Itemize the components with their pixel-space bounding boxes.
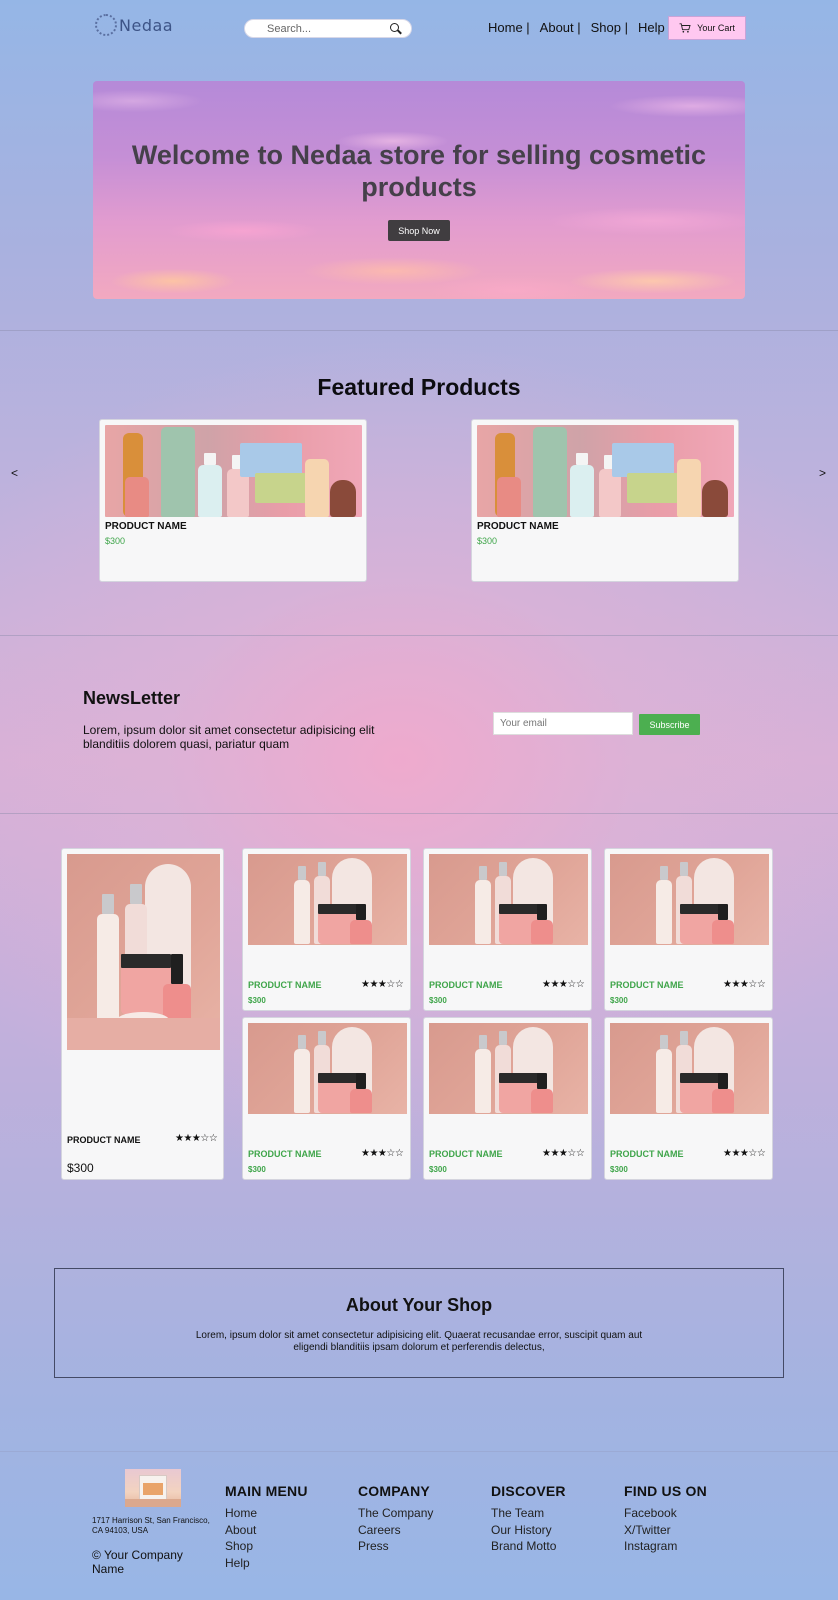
cart-icon xyxy=(679,23,691,33)
product-name: PRODUCT NAME xyxy=(429,1149,503,1159)
product-price: $300 xyxy=(67,1161,94,1175)
rating-stars: ★★★☆☆ xyxy=(542,979,585,990)
carousel-prev-button[interactable]: < xyxy=(11,466,18,480)
rating-stars: ★★★☆☆ xyxy=(723,979,766,990)
product-price: $300 xyxy=(248,996,266,1005)
featured-card[interactable]: PRODUCT NAME $300 xyxy=(471,419,739,582)
featured-card[interactable]: PRODUCT NAME $300 xyxy=(99,419,367,582)
product-image xyxy=(610,1023,769,1114)
newsletter-title: NewsLetter xyxy=(83,688,181,708)
footer-link-x-twitter[interactable]: X/Twitter xyxy=(624,1522,707,1539)
hero-banner: Welcome to Nedaa store for selling cosme… xyxy=(93,81,745,299)
section-divider xyxy=(0,635,838,636)
product-image xyxy=(248,1023,407,1114)
product-name: PRODUCT NAME xyxy=(610,1149,684,1159)
product-image xyxy=(67,854,220,1050)
product-name: PRODUCT NAME xyxy=(429,980,503,990)
product-price: $300 xyxy=(429,1165,447,1174)
product-price: $300 xyxy=(610,996,628,1005)
about-text: Lorem, ipsum dolor sit amet consectetur … xyxy=(195,1330,643,1353)
nav-help[interactable]: Help xyxy=(638,20,665,35)
footer-column-discover: DISCOVER The Team Our History Brand Mott… xyxy=(491,1483,566,1555)
rating-stars: ★★★☆☆ xyxy=(542,1148,585,1159)
newsletter-email-input[interactable] xyxy=(493,712,633,735)
footer-link-about[interactable]: About xyxy=(225,1522,308,1539)
product-price: $300 xyxy=(429,996,447,1005)
product-image xyxy=(610,854,769,945)
footer-link-shop[interactable]: Shop xyxy=(225,1538,308,1555)
hero-title: Welcome to Nedaa store for selling cosme… xyxy=(131,140,707,202)
product-name: PRODUCT NAME xyxy=(477,521,559,532)
product-card[interactable]: PRODUCT NAME ★★★☆☆ $300 xyxy=(423,848,592,1011)
footer-address: 1717 Harrison St, San Francisco, CA 9410… xyxy=(92,1516,210,1535)
section-divider xyxy=(0,813,838,814)
nav-shop[interactable]: Shop | xyxy=(591,20,628,35)
product-name: PRODUCT NAME xyxy=(67,1135,141,1145)
rating-stars: ★★★☆☆ xyxy=(175,1133,218,1144)
footer-column-main-menu: MAIN MENU Home About Shop Help xyxy=(225,1483,308,1571)
footer-link-help[interactable]: Help xyxy=(225,1555,308,1572)
carousel-next-button[interactable]: > xyxy=(819,466,826,480)
about-section: About Your Shop Lorem, ipsum dolor sit a… xyxy=(54,1268,784,1378)
search-icon[interactable] xyxy=(389,22,403,36)
search-input[interactable] xyxy=(267,22,389,35)
footer-link-instagram[interactable]: Instagram xyxy=(624,1538,707,1555)
product-card[interactable]: PRODUCT NAME ★★★☆☆ $300 xyxy=(242,1017,411,1180)
product-card[interactable]: PRODUCT NAME ★★★☆☆ $300 xyxy=(242,848,411,1011)
footer-column-title: COMPANY xyxy=(358,1483,430,1499)
product-name: PRODUCT NAME xyxy=(248,980,322,990)
footer-store-image xyxy=(125,1469,181,1507)
product-name: PRODUCT NAME xyxy=(105,521,187,532)
footer-link-brand-motto[interactable]: Brand Motto xyxy=(491,1538,566,1555)
logo-text: Nedaa xyxy=(119,15,174,35)
featured-product-image xyxy=(477,425,734,517)
logo[interactable]: Nedaa xyxy=(95,12,175,38)
footer-link-home[interactable]: Home xyxy=(225,1505,308,1522)
footer-link-facebook[interactable]: Facebook xyxy=(624,1505,707,1522)
product-name: PRODUCT NAME xyxy=(610,980,684,990)
product-image xyxy=(429,854,588,945)
footer-divider xyxy=(0,1451,838,1452)
footer-column-find-us-on: FIND US ON Facebook X/Twitter Instagram xyxy=(624,1483,707,1555)
subscribe-button[interactable]: Subscribe xyxy=(639,714,700,735)
rating-stars: ★★★☆☆ xyxy=(361,1148,404,1159)
footer-copyright: © Your Company Name xyxy=(92,1548,183,1576)
footer-link-the-company[interactable]: The Company xyxy=(358,1505,433,1522)
rating-stars: ★★★☆☆ xyxy=(723,1148,766,1159)
product-price: $300 xyxy=(477,536,498,546)
product-card-large[interactable]: PRODUCT NAME ★★★☆☆ $300 xyxy=(61,848,224,1180)
featured-title: Featured Products xyxy=(317,374,521,400)
search-bar xyxy=(244,19,412,38)
footer-link-careers[interactable]: Careers xyxy=(358,1522,433,1539)
cart-label: Your Cart xyxy=(697,23,735,33)
footer-column-company: COMPANY The Company Careers Press xyxy=(358,1483,433,1555)
nav-home[interactable]: Home | xyxy=(488,20,530,35)
logo-ring-icon xyxy=(95,14,117,36)
product-card[interactable]: PRODUCT NAME ★★★☆☆ $300 xyxy=(423,1017,592,1180)
product-image xyxy=(248,854,407,945)
shop-now-button[interactable]: Shop Now xyxy=(388,220,450,241)
about-title: About Your Shop xyxy=(345,1295,493,1315)
footer-link-the-team[interactable]: The Team xyxy=(491,1505,566,1522)
footer-column-title: DISCOVER xyxy=(491,1483,566,1499)
main-nav: Home | About | Shop | Help xyxy=(488,20,675,35)
product-price: $300 xyxy=(248,1165,266,1174)
product-name: PRODUCT NAME xyxy=(248,1149,322,1159)
footer-column-title: MAIN MENU xyxy=(225,1483,308,1499)
newsletter-text: Lorem, ipsum dolor sit amet consectetur … xyxy=(83,723,375,751)
nav-about[interactable]: About | xyxy=(540,20,581,35)
footer-link-press[interactable]: Press xyxy=(358,1538,433,1555)
product-price: $300 xyxy=(610,1165,628,1174)
footer-column-title: FIND US ON xyxy=(624,1483,707,1499)
rating-stars: ★★★☆☆ xyxy=(361,979,404,990)
product-price: $300 xyxy=(105,536,126,546)
section-divider xyxy=(0,330,838,331)
cart-button[interactable]: Your Cart xyxy=(668,16,746,40)
product-image xyxy=(429,1023,588,1114)
product-card[interactable]: PRODUCT NAME ★★★☆☆ $300 xyxy=(604,848,773,1011)
product-card[interactable]: PRODUCT NAME ★★★☆☆ $300 xyxy=(604,1017,773,1180)
featured-product-image xyxy=(105,425,362,517)
footer-link-our-history[interactable]: Our History xyxy=(491,1522,566,1539)
